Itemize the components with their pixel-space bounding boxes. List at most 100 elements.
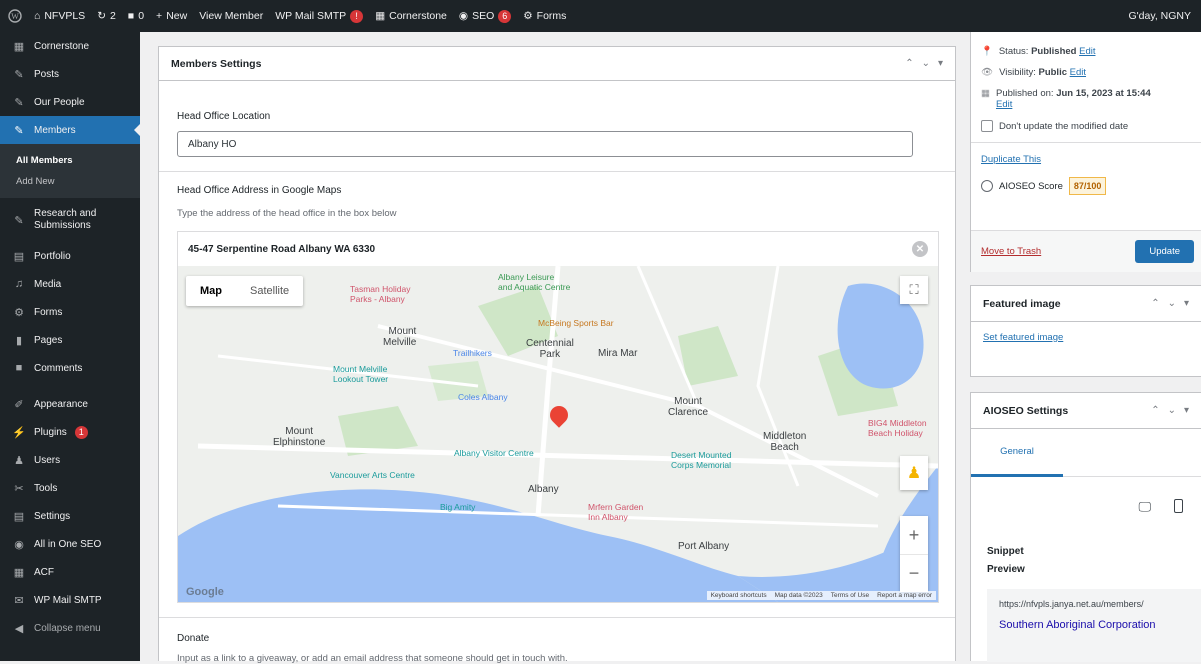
map-label-centennial: Centennial Park [526,338,574,360]
poi-coles[interactable]: Coles Albany [458,392,508,402]
wordpress-logo-icon[interactable]: W [8,9,22,23]
grid-icon: ▦ [13,40,25,53]
pegman-icon[interactable]: ♟ [900,456,928,490]
sidebar-item-label: All in One SEO [34,538,102,550]
sidebar-item-media[interactable]: ♫ Media [0,270,140,298]
sidebar-item-label: Collapse menu [34,622,101,634]
report-error-link[interactable]: Report a map error [877,592,932,599]
sidebar-collapse[interactable]: ◀ Collapse menu [0,614,140,642]
toggle-arrow-icon[interactable]: ▾ [1184,298,1189,309]
keyboard-shortcuts-link[interactable]: Keyboard shortcuts [711,592,767,599]
sidebar-item-label: Cornerstone [34,40,90,52]
aioseo-score-badge[interactable]: 87/100 [1068,177,1107,195]
poi-visitor[interactable]: Albany Visitor Centre [454,448,534,458]
view-member-link[interactable]: View Member [199,10,263,22]
chevron-down-icon[interactable]: ⌄ [1168,298,1176,309]
seo-link[interactable]: ◉ SEO 6 [459,9,512,23]
move-to-trash-link[interactable]: Move to Trash [981,246,1041,257]
poi-garden[interactable]: Mrfern Garden Inn Albany [588,502,643,522]
satellite-tab[interactable]: Satellite [236,276,303,306]
poi-lookout[interactable]: Mount Melville Lookout Tower [333,364,388,384]
map-tab[interactable]: Map [186,276,236,306]
poi-big4[interactable]: BIG4 Middleton Beach Holiday [868,418,927,438]
members-settings-header: Members Settings ⌃ ⌄ ▾ [159,47,955,81]
sidebar-item-settings[interactable]: ▤ Settings [0,502,140,530]
sidebar-item-appearance[interactable]: ✐ Appearance [0,390,140,418]
forms-link[interactable]: ⚙ Forms [523,10,566,22]
new-content-link[interactable]: + New [156,10,187,22]
poi-mcbeing[interactable]: McBeing Sports Bar [538,318,614,328]
users-icon: ♟ [14,454,24,467]
sidebar-item-forms[interactable]: ⚙ Forms [0,298,140,326]
updates-count: 2 [110,10,116,22]
grid-icon: ▦ [375,10,386,22]
sidebar-item-users[interactable]: ♟ Users [0,446,140,474]
sidebar-item-portfolio[interactable]: ▤ Portfolio [0,242,140,270]
office-location-input[interactable]: Albany HO [177,131,913,157]
map-label-port-albany: Port Albany [678,541,730,552]
chevron-up-icon[interactable]: ⌃ [1151,298,1159,309]
sidebar-item-smtp[interactable]: ✉ WP Mail SMTP [0,586,140,614]
poi-vancouver[interactable]: Vancouver Arts Centre [330,470,415,480]
cornerstone-link[interactable]: ▦ Cornerstone [375,10,447,22]
zoom-in-button[interactable]: + [900,516,928,554]
map-label-middleton: Middleton Beach [763,431,807,453]
chevron-down-icon[interactable]: ⌄ [922,58,930,69]
set-featured-image-link[interactable]: Set featured image [983,332,1063,343]
fullscreen-icon[interactable]: ⛶ [900,276,928,304]
clear-address-icon[interactable]: ✕ [912,241,928,257]
sidebar-item-label: Appearance [34,398,88,410]
account-greeting[interactable]: G'day, NGNY [1129,10,1192,22]
mobile-preview-icon[interactable] [1174,499,1183,513]
sidebar-item-cornerstone[interactable]: ▦ Cornerstone [0,32,140,60]
chevron-up-icon[interactable]: ⌃ [1151,405,1159,416]
chevron-up-icon[interactable]: ⌃ [905,58,913,69]
submenu-all-members[interactable]: All Members [0,150,140,171]
cornerstone-label: Cornerstone [389,10,447,22]
sidebar-item-aioseo[interactable]: ◉ All in One SEO [0,530,140,558]
toggle-arrow-icon[interactable]: ▾ [938,58,943,69]
poi-desert[interactable]: Desert Mounted Corps Memorial [671,450,731,470]
duplicate-link[interactable]: Duplicate This [981,154,1041,165]
submenu-add-new[interactable]: Add New [0,171,140,192]
sidebar-item-pages[interactable]: ▮ Pages [0,326,140,354]
visibility-value: Public [1038,67,1067,78]
chevron-down-icon[interactable]: ⌄ [1168,405,1176,416]
terms-link[interactable]: Terms of Use [831,592,869,599]
updates-link[interactable]: ↻ 2 [97,10,116,22]
dont-update-checkbox[interactable] [981,120,993,132]
sidebar-item-plugins[interactable]: ⚡ Plugins 1 [0,418,140,446]
sidebar-item-label: Research and Submissions [34,208,97,231]
site-name-link[interactable]: ⌂ NFVPLS [34,10,85,22]
edit-visibility-link[interactable]: Edit [1070,67,1086,78]
edit-status-link[interactable]: Edit [1079,46,1095,57]
zoom-out-button[interactable]: − [900,554,928,592]
preview-label: Preview [987,564,1025,575]
sidebar-item-research[interactable]: ✎ Research and Submissions [0,198,140,242]
published-on-value: Jun 15, 2023 at 15:44 [1056,88,1151,99]
map-canvas[interactable]: Map Satellite ⛶ Mount Melville Centennia… [178,266,938,602]
poi-tasman[interactable]: Tasman Holiday Parks - Albany [350,284,410,304]
pages-icon: ▮ [15,334,23,347]
toggle-arrow-icon[interactable]: ▾ [1184,405,1189,416]
comments-link[interactable]: ■ 0 [128,10,144,22]
donate-hint: Input as a link to a giveaway, or add an… [177,653,568,664]
desktop-preview-icon[interactable]: 🖵 [1138,499,1151,515]
map-address-value[interactable]: 45-47 Serpentine Road Albany WA 6330 [188,244,375,255]
smtp-link[interactable]: WP Mail SMTP ! [275,9,364,23]
sidebar-item-our-people[interactable]: ✎ Our People [0,88,140,116]
sidebar-item-posts[interactable]: ✎ Posts [0,60,140,88]
sidebar-item-comments[interactable]: ■ Comments [0,354,140,382]
sidebar-item-acf[interactable]: ▦ ACF [0,558,140,586]
aioseo-icon [981,180,993,192]
poi-bigamity[interactable]: Big Amity [440,502,475,512]
eye-icon: 👁 [981,67,994,78]
update-button[interactable]: Update [1135,240,1194,263]
tab-general[interactable]: General [971,429,1063,477]
sidebar-item-tools[interactable]: ✂ Tools [0,474,140,502]
poi-leisure[interactable]: Albany Leisure and Aquatic Centre [498,272,570,292]
members-settings-box: Members Settings ⌃ ⌄ ▾ Head Office Locat… [158,46,956,664]
edit-date-link[interactable]: Edit [996,99,1012,110]
poi-trailhikers[interactable]: Trailhikers [453,348,492,358]
sidebar-item-members[interactable]: ✎ Members [0,116,140,144]
